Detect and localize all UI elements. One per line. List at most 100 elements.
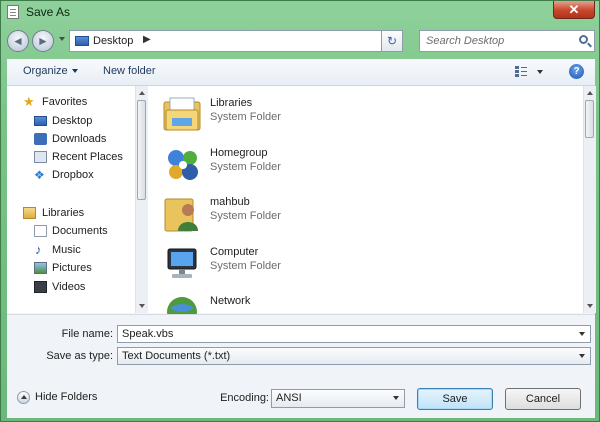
downloads-icon [34, 133, 47, 145]
file-type: System Folder [210, 161, 281, 173]
scroll-up-icon[interactable] [139, 91, 145, 95]
file-name: Libraries [210, 97, 253, 109]
save-type-value: Text Documents (*.txt) [122, 350, 231, 362]
file-name: Network [210, 295, 251, 307]
music-icon: ♪ [35, 242, 42, 257]
star-icon: ★ [23, 94, 35, 109]
chevron-down-icon[interactable] [393, 396, 399, 400]
user-folder-icon [164, 198, 198, 232]
search-placeholder: Search Desktop [426, 35, 505, 47]
sidebar-label: Pictures [52, 262, 92, 274]
sidebar-item-dropbox[interactable]: ❖ Dropbox [7, 166, 135, 184]
save-type-select[interactable]: Text Documents (*.txt) [117, 347, 591, 365]
sidebar-item-desktop[interactable]: Desktop [7, 112, 135, 130]
scroll-up-icon[interactable] [587, 91, 593, 95]
view-options-icon[interactable] [515, 66, 527, 78]
file-name: Homegroup [210, 147, 268, 159]
sidebar-header-libraries[interactable]: Libraries [7, 204, 135, 222]
libraries-folder-icon [163, 97, 201, 131]
file-list: Libraries System Folder Homegroup System… [148, 86, 596, 327]
organize-label: Organize [23, 65, 68, 77]
pictures-icon [34, 262, 47, 274]
sidebar-label: Downloads [52, 133, 107, 145]
recent-places-icon [34, 151, 47, 163]
scroll-down-icon[interactable] [139, 304, 145, 308]
sidebar-label: Documents [52, 225, 108, 237]
documents-icon [34, 225, 47, 237]
sidebar-label: Recent Places [52, 151, 123, 163]
list-item[interactable]: Homegroup System Folder [162, 142, 462, 190]
recent-locations-dropdown[interactable] [59, 37, 65, 41]
sidebar-header-favorites[interactable]: ★ Favorites [7, 93, 135, 111]
toolbar: Organize New folder ? [7, 59, 595, 86]
desktop-icon [34, 116, 47, 126]
sidebar-label: Favorites [42, 96, 88, 108]
close-button[interactable]: ✕ [553, 1, 595, 19]
cancel-button[interactable]: Cancel [505, 388, 581, 410]
navigation-bar: ◄ ► Desktop ▶ ↻ Search Desktop [7, 27, 595, 55]
window-title: Save As [26, 5, 71, 19]
encoding-label: Encoding: [220, 392, 269, 404]
file-type: System Folder [210, 210, 281, 222]
hide-folders-label: Hide Folders [35, 391, 98, 403]
search-input[interactable]: Search Desktop [419, 30, 595, 52]
chevron-down-icon [71, 69, 78, 74]
file-name: mahbub [210, 196, 250, 208]
new-folder-button[interactable]: New folder [103, 65, 156, 77]
save-button[interactable]: Save [417, 388, 493, 410]
navigation-pane: ★ Favorites Desktop Downloads Recent Pla… [7, 86, 148, 313]
sidebar-item-pictures[interactable]: Pictures [7, 259, 135, 277]
address-chevron-icon[interactable]: ▶ [143, 34, 151, 45]
address-bar[interactable]: Desktop ▶ [69, 30, 403, 52]
file-name-value: Speak.vbs [122, 328, 174, 340]
encoding-select[interactable]: ANSI [271, 389, 405, 408]
sidebar-item-recent-places[interactable]: Recent Places [7, 148, 135, 166]
sidebar-item-videos[interactable]: Videos [7, 278, 135, 296]
file-name: Computer [210, 246, 259, 258]
save-type-label: Save as type: [46, 350, 113, 362]
sidebar-label: Videos [52, 281, 86, 293]
file-list-scrollbar[interactable] [583, 86, 596, 313]
libraries-icon [23, 207, 36, 219]
refresh-button[interactable]: ↻ [381, 30, 403, 52]
list-item[interactable]: Libraries System Folder [162, 92, 462, 140]
encoding-value: ANSI [276, 392, 302, 404]
sidebar-item-downloads[interactable]: Downloads [7, 130, 135, 148]
dropbox-icon: ❖ [34, 168, 45, 182]
file-name-field[interactable]: Speak.vbs [117, 325, 591, 343]
sidebar-item-music[interactable]: ♪ Music [7, 241, 135, 259]
scroll-thumb[interactable] [137, 100, 146, 200]
search-icon[interactable] [579, 35, 588, 44]
hide-folders-button[interactable]: Hide Folders [15, 390, 115, 406]
address-desktop-crumb[interactable]: Desktop [93, 35, 133, 47]
dialog-body: Organize New folder ? ★ Favorites Deskto… [7, 59, 596, 418]
file-type: System Folder [210, 111, 281, 123]
file-name-label: File name: [61, 328, 113, 340]
list-item[interactable]: mahbub System Folder [162, 191, 462, 239]
sidebar-label: Dropbox [52, 169, 94, 181]
navigation-scrollbar[interactable] [135, 86, 148, 313]
desktop-icon [75, 36, 89, 46]
scroll-thumb[interactable] [585, 100, 594, 138]
save-as-dialog: Save As ✕ ◄ ► Desktop ▶ ↻ Search Desktop… [0, 0, 600, 422]
view-dropdown-icon[interactable] [537, 70, 543, 74]
title-bar: Save As ✕ [1, 1, 600, 23]
videos-icon [34, 281, 47, 293]
collapse-icon [17, 391, 30, 404]
organize-button[interactable]: Organize [23, 65, 78, 77]
sidebar-label: Desktop [52, 115, 93, 127]
list-item[interactable]: Computer System Folder [162, 241, 462, 289]
help-icon[interactable]: ? [569, 64, 584, 79]
chevron-down-icon[interactable] [579, 354, 585, 358]
homegroup-icon [168, 150, 198, 180]
computer-icon [167, 248, 197, 278]
document-icon [7, 5, 19, 19]
save-options: File name: Speak.vbs Save as type: Text … [7, 314, 595, 418]
scroll-down-icon[interactable] [587, 304, 593, 308]
sidebar-label: Music [52, 244, 81, 256]
sidebar-item-documents[interactable]: Documents [7, 222, 135, 240]
chevron-down-icon[interactable] [579, 332, 585, 336]
forward-button[interactable]: ► [32, 30, 54, 52]
back-button[interactable]: ◄ [7, 30, 29, 52]
sidebar-label: Libraries [42, 207, 85, 219]
